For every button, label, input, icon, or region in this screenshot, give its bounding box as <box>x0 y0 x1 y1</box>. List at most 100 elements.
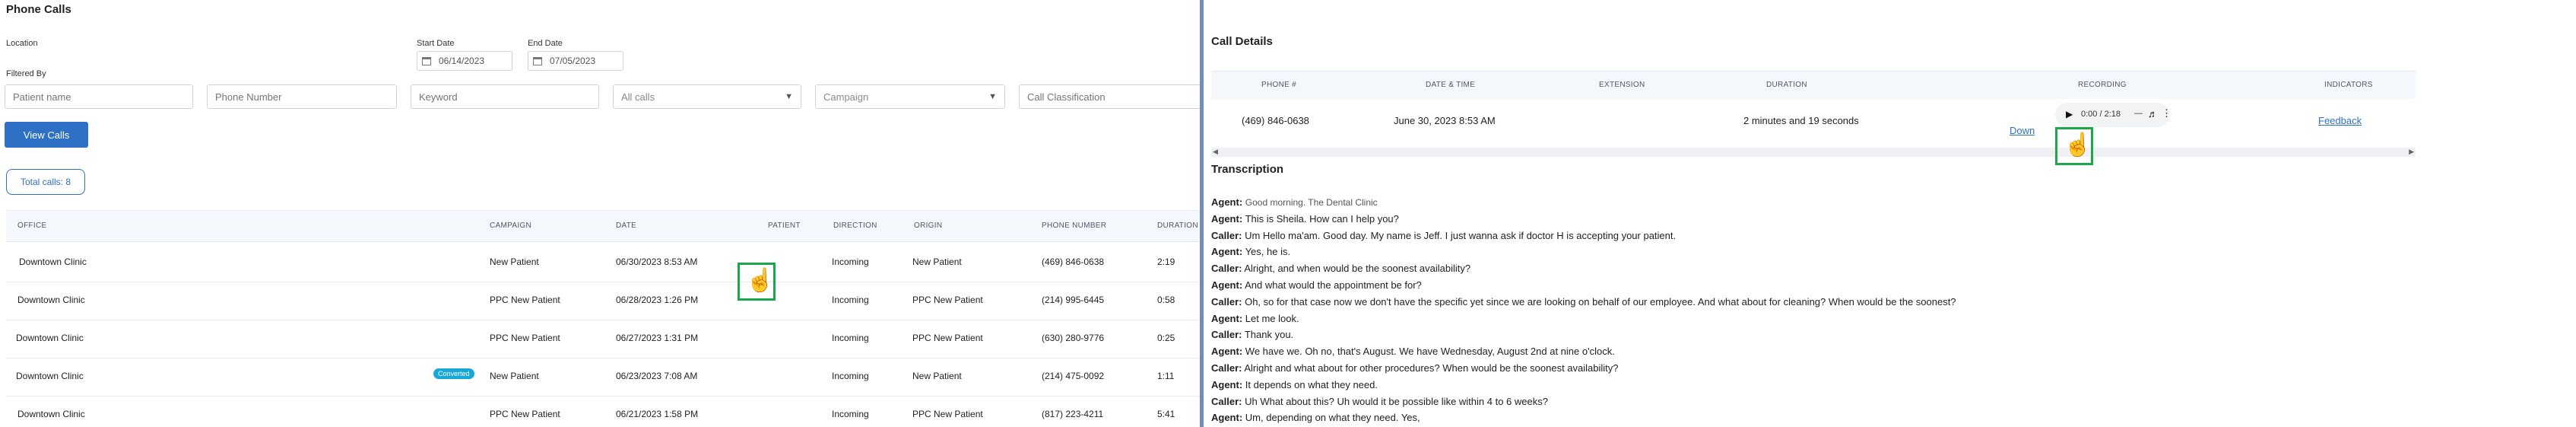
scroll-right-icon[interactable]: ▶ <box>2409 148 2414 156</box>
volume-icon[interactable]: ♬ <box>2148 108 2158 119</box>
cell-phone: (469) 846-0638 <box>1042 257 1105 267</box>
chevron-down-icon: ▼ <box>988 92 997 101</box>
cell-origin: PPC New Patient <box>912 295 983 305</box>
speaker: Agent: <box>1211 378 1243 390</box>
utterance: Um Hello ma'am. Good day. My name is Jef… <box>1245 229 1677 241</box>
cell-origin: PPC New Patient <box>912 333 983 343</box>
campaign-select[interactable]: Campaign ▼ <box>815 84 1005 109</box>
audio-time: 0:00 / 2:18 <box>2081 110 2121 119</box>
speaker: Agent: <box>1211 279 1243 291</box>
header-phone-number[interactable]: PHONE NUMBER <box>1042 221 1106 230</box>
location-label: Location <box>6 39 38 48</box>
scroll-left-icon[interactable]: ◀ <box>1213 148 1218 156</box>
transcript-line: Caller: Um Hello ma'am. Good day. My nam… <box>1211 230 2565 247</box>
header-office[interactable]: OFFICE <box>17 221 46 230</box>
cell-direction: Incoming <box>832 371 869 381</box>
call-details-panel: Call Details PHONE # DATE & TIME EXTENSI… <box>1204 0 2576 427</box>
utterance: It depends on what they need. <box>1245 378 1378 390</box>
details-row: (469) 846-0638 June 30, 2023 8:53 AM 2 m… <box>1211 98 2416 144</box>
transcription-title: Transcription <box>1211 163 1284 176</box>
cell-phone: (630) 280-9776 <box>1042 333 1105 343</box>
header-direction[interactable]: DIRECTION <box>833 221 877 230</box>
utterance: We have we. Oh no, that's August. We hav… <box>1245 346 1615 358</box>
speaker: Caller: <box>1211 362 1242 374</box>
speaker: Agent: <box>1211 312 1243 324</box>
transcript-line: Caller: Uh What about this? Uh would it … <box>1211 396 2565 413</box>
end-date-input[interactable]: 07/05/2023 <box>528 51 623 71</box>
detail-datetime: June 30, 2023 8:53 AM <box>1394 115 1496 126</box>
table-row[interactable]: Downtown Clinic New Patient 06/30/2023 8… <box>6 244 1200 282</box>
cell-campaign: New Patient <box>490 257 539 267</box>
table-row[interactable]: Downtown Clinic Converted New Patient 06… <box>6 358 1200 397</box>
utterance: Alright, and when would be the soonest a… <box>1244 263 1471 275</box>
utterance: Oh, so for that case now we don't have t… <box>1245 295 1956 308</box>
transcript-line: Agent: Yes, he is. <box>1211 246 2565 263</box>
cell-date: 06/28/2023 1:26 PM <box>616 295 699 305</box>
cell-date: 06/23/2023 7:08 AM <box>616 371 698 381</box>
header-duration: DURATION <box>1766 81 1807 89</box>
utterance: This is Sheila. How can I help you? <box>1245 212 1399 225</box>
total-calls-badge: Total calls: 8 <box>6 169 85 195</box>
filtered-by-label: Filtered By <box>6 69 46 78</box>
hand-pointer-icon: ☝ <box>2064 132 2092 158</box>
click-highlight: ☝ <box>2055 127 2093 165</box>
header-date[interactable]: DATE <box>616 221 636 230</box>
table-row[interactable]: Downtown Clinic PPC New Patient 06/28/20… <box>6 282 1200 320</box>
detail-duration: 2 minutes and 19 seconds <box>1743 115 1859 126</box>
speaker: Caller: <box>1211 295 1242 308</box>
utterance: And what would the appointment be for? <box>1245 279 1422 291</box>
view-calls-button[interactable]: View Calls <box>5 122 88 148</box>
cell-phone: (214) 995-6445 <box>1042 295 1105 305</box>
cell-origin: PPC New Patient <box>912 409 983 419</box>
transcript-line: Agent: Um, depending on what they need. … <box>1211 412 2565 427</box>
more-vert-icon[interactable]: ⋮ <box>2162 107 2172 119</box>
phone-calls-panel: Phone Calls Location Start Date End Date… <box>0 0 1200 427</box>
utterance: Good morning. The Dental Clinic <box>1245 197 1378 208</box>
campaign-select-value: Campaign <box>823 91 869 103</box>
header-origin[interactable]: ORIGIN <box>914 221 942 230</box>
table-row[interactable]: Downtown Clinic PPC New Patient 06/21/20… <box>6 397 1200 427</box>
calls-table-header: OFFICE CAMPAIGN DATE PATIENT DIRECTION O… <box>6 210 1200 242</box>
calendar-icon <box>422 56 431 65</box>
cell-phone: (214) 475-0092 <box>1042 371 1105 381</box>
utterance: Thank you. <box>1244 329 1294 341</box>
call-classification-input[interactable] <box>1019 84 1200 109</box>
feedback-link[interactable]: Feedback <box>2318 115 2362 126</box>
utterance: Um, depending on what they need. Yes, <box>1245 412 1420 424</box>
utterance: Let me look. <box>1245 312 1299 324</box>
audio-player[interactable]: ▶ 0:00 / 2:18 — ♬ ⋮ <box>2055 103 2172 127</box>
speaker: Agent: <box>1211 196 1243 208</box>
speaker: Caller: <box>1211 395 1242 407</box>
start-date-label: Start Date <box>417 39 455 48</box>
audio-progress[interactable]: — <box>2134 109 2143 118</box>
header-date-time: DATE & TIME <box>1426 81 1476 89</box>
speaker: Caller: <box>1211 263 1242 275</box>
header-patient[interactable]: PATIENT <box>768 221 801 230</box>
hand-pointer-icon: ☝ <box>746 268 775 293</box>
cell-office: Downtown Clinic <box>17 409 85 419</box>
speaker: Caller: <box>1211 329 1242 341</box>
speaker: Agent: <box>1211 346 1243 358</box>
page-title: Phone Calls <box>6 3 71 16</box>
header-duration[interactable]: DURATION <box>1157 221 1198 230</box>
start-date-input[interactable]: 06/14/2023 <box>417 51 512 71</box>
detail-phone: (469) 846-0638 <box>1242 115 1309 126</box>
horizontal-scrollbar[interactable]: ◀ ▶ <box>1211 148 2416 157</box>
download-link[interactable]: Down <box>2010 125 2035 136</box>
cell-date: 06/30/2023 8:53 AM <box>616 257 698 267</box>
play-icon[interactable]: ▶ <box>2066 109 2073 119</box>
end-date-value: 07/05/2023 <box>550 56 596 66</box>
patient-name-input[interactable] <box>5 84 193 109</box>
cell-date: 06/27/2023 1:31 PM <box>616 333 699 343</box>
calls-select[interactable]: All calls ▼ <box>613 84 801 109</box>
table-row[interactable]: Downtown Clinic PPC New Patient 06/27/20… <box>6 320 1200 358</box>
header-recording: RECORDING <box>2078 81 2127 89</box>
transcript: Agent: Good morning. The Dental Clinic A… <box>1211 196 2565 427</box>
transcript-line: Agent: We have we. Oh no, that's August.… <box>1211 346 2565 362</box>
cell-office: Downtown Clinic <box>19 257 87 267</box>
speaker: Agent: <box>1211 212 1243 225</box>
keyword-input[interactable] <box>411 84 599 109</box>
utterance: Yes, he is. <box>1245 246 1291 258</box>
phone-number-input[interactable] <box>207 84 397 109</box>
header-campaign[interactable]: CAMPAIGN <box>490 221 531 230</box>
